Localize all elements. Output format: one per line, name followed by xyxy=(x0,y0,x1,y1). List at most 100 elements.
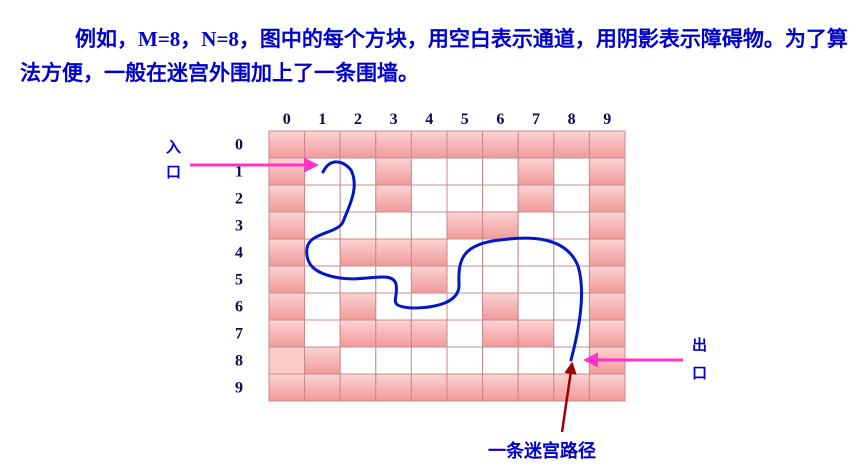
maze-cell-9-7 xyxy=(517,373,555,402)
row-label-5: 5 xyxy=(235,272,243,289)
exit-label-char1: 出 xyxy=(692,336,707,354)
maze-cell-4-9 xyxy=(588,238,626,267)
maze-cell-1-0 xyxy=(268,157,306,186)
maze-cell-0-2 xyxy=(339,130,377,159)
maze-cell-9-5 xyxy=(446,373,484,402)
row-label-0: 0 xyxy=(235,137,243,154)
maze-cell-2-9 xyxy=(588,184,626,213)
column-label-4: 4 xyxy=(425,111,433,128)
maze-cell-9-1 xyxy=(304,373,341,402)
entrance-label-char2: 口 xyxy=(166,163,181,181)
row-label-6: 6 xyxy=(235,299,243,316)
maze-cell-8-4 xyxy=(410,346,448,375)
maze-cell-7-7 xyxy=(517,319,555,348)
maze-cell-7-5 xyxy=(446,319,484,348)
maze-cell-1-8 xyxy=(553,157,590,186)
maze-cell-5-8 xyxy=(553,265,590,294)
column-label-8: 8 xyxy=(568,111,576,128)
row-label-3: 3 xyxy=(235,218,243,235)
maze-cell-8-2 xyxy=(339,346,377,375)
maze-cell-0-0 xyxy=(268,130,306,159)
maze-cell-4-3 xyxy=(375,238,412,267)
maze-cell-7-0 xyxy=(268,319,306,348)
maze-cell-9-3 xyxy=(375,373,412,402)
maze-cell-2-8 xyxy=(553,184,590,213)
maze-cell-1-5 xyxy=(446,157,484,186)
maze-cell-5-6 xyxy=(482,265,519,294)
column-label-0: 0 xyxy=(283,111,291,128)
maze-cell-6-8 xyxy=(553,292,590,321)
column-label-7: 7 xyxy=(532,111,540,128)
maze-cell-2-0 xyxy=(268,184,306,213)
maze-cell-6-0 xyxy=(268,292,306,321)
maze-cell-2-2 xyxy=(339,184,377,213)
maze-cell-8-0 xyxy=(268,346,306,375)
maze-cell-8-5 xyxy=(446,346,484,375)
maze-cell-5-4 xyxy=(410,265,448,294)
maze-cell-5-7 xyxy=(517,265,555,294)
maze-cell-7-2 xyxy=(339,319,377,348)
maze-cell-4-2 xyxy=(339,238,377,267)
maze-cell-3-0 xyxy=(268,211,306,240)
column-label-5: 5 xyxy=(461,111,469,128)
maze-cell-9-8 xyxy=(553,373,590,402)
maze-cell-4-7 xyxy=(517,238,555,267)
maze-cell-0-6 xyxy=(482,130,519,159)
maze-cell-7-9 xyxy=(588,319,626,348)
maze-cell-8-6 xyxy=(482,346,519,375)
maze-cell-6-9 xyxy=(588,292,626,321)
maze-cell-0-7 xyxy=(517,130,555,159)
row-label-7: 7 xyxy=(235,326,243,343)
maze-cell-9-9 xyxy=(588,373,626,402)
maze-cell-9-0 xyxy=(268,373,306,402)
maze-cell-5-1 xyxy=(304,265,341,294)
maze-cell-7-4 xyxy=(410,319,448,348)
maze-cell-1-6 xyxy=(482,157,519,186)
maze-cell-2-7 xyxy=(517,184,555,213)
maze-diagram: 0 1 2 3 4 5 6 7 8 9 0 1 2 3 4 5 6 7 8 9 入 口 出 口 一条迷宫路径 xyxy=(166,111,707,462)
entrance-label-char1: 入 xyxy=(166,138,181,156)
path-caption: 一条迷宫路径 xyxy=(488,440,596,462)
maze-cell-5-5 xyxy=(446,265,484,294)
maze-cell-6-2 xyxy=(339,292,377,321)
maze-cell-5-0 xyxy=(268,265,306,294)
maze-cell-3-9 xyxy=(588,211,626,240)
column-label-6: 6 xyxy=(496,111,504,128)
exit-label-char2: 口 xyxy=(692,364,707,382)
maze-cell-0-1 xyxy=(304,130,341,159)
maze-cell-1-2 xyxy=(339,157,377,186)
maze-cell-0-8 xyxy=(553,130,590,159)
maze-cell-1-7 xyxy=(517,157,555,186)
maze-cell-8-1 xyxy=(304,346,341,375)
maze-cell-1-9 xyxy=(588,157,626,186)
maze-cell-0-3 xyxy=(375,130,412,159)
maze-cell-2-3 xyxy=(375,184,412,213)
row-label-8: 8 xyxy=(235,353,243,370)
maze-cell-2-4 xyxy=(410,184,448,213)
maze-cell-4-0 xyxy=(268,238,306,267)
maze-cell-0-4 xyxy=(410,130,448,159)
maze-cell-4-4 xyxy=(410,238,448,267)
maze-cell-9-2 xyxy=(339,373,377,402)
maze-cell-6-7 xyxy=(517,292,555,321)
maze-cell-2-6 xyxy=(482,184,519,213)
column-label-1: 1 xyxy=(318,111,326,128)
maze-cell-7-6 xyxy=(482,319,519,348)
maze-cell-9-4 xyxy=(410,373,448,402)
maze-cell-1-4 xyxy=(410,157,448,186)
column-label-9: 9 xyxy=(603,111,611,128)
maze-cell-3-7 xyxy=(517,211,555,240)
maze-cell-8-3 xyxy=(375,346,412,375)
maze-cell-2-5 xyxy=(446,184,484,213)
column-labels: 0 1 2 3 4 5 6 7 8 9 xyxy=(283,111,611,128)
maze-cell-3-8 xyxy=(553,211,590,240)
row-label-9: 9 xyxy=(235,380,243,397)
maze-cell-3-3 xyxy=(375,211,412,240)
column-label-2: 2 xyxy=(354,111,362,128)
maze-cell-8-7 xyxy=(517,346,555,375)
maze-cell-0-5 xyxy=(446,130,484,159)
maze-cell-3-5 xyxy=(446,211,484,240)
maze-cell-9-6 xyxy=(482,373,519,402)
row-label-2: 2 xyxy=(235,191,243,208)
row-label-4: 4 xyxy=(235,245,243,262)
